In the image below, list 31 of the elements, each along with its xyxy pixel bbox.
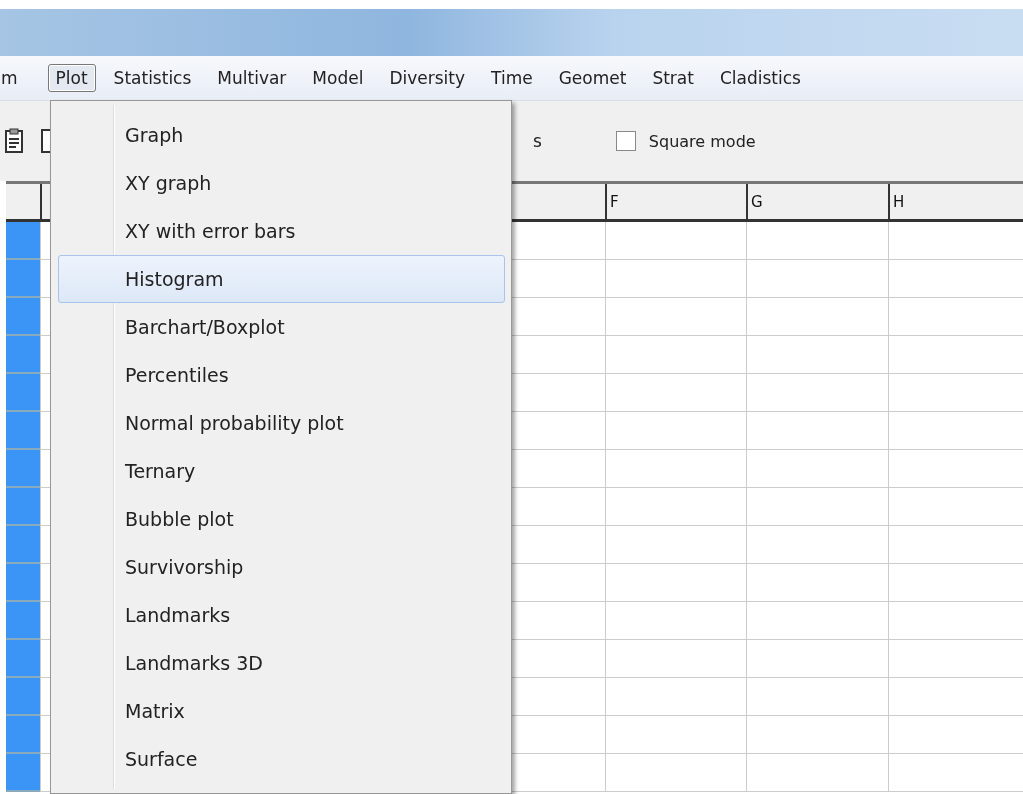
menu-item[interactable]: Geomet bbox=[550, 64, 635, 92]
menu-item[interactable]: Statistics bbox=[105, 64, 200, 92]
menu-item[interactable]: Landmarks 3D bbox=[58, 639, 505, 687]
menu-item[interactable]: XY graph bbox=[58, 159, 505, 207]
menu-item[interactable]: Diversity bbox=[381, 64, 474, 92]
menu-item[interactable]: Survivorship bbox=[58, 543, 505, 591]
menu-item[interactable]: Barchart/Boxplot bbox=[58, 303, 505, 351]
menu-item[interactable]: Surface bbox=[58, 735, 505, 783]
column-header: G bbox=[746, 184, 888, 222]
menu-item[interactable]: Landmarks bbox=[58, 591, 505, 639]
menu-item[interactable]: Histogram bbox=[58, 255, 505, 303]
label-text: s bbox=[533, 131, 542, 151]
menu-item[interactable]: Multivar bbox=[209, 64, 295, 92]
menu-item[interactable]: Bubble plot bbox=[58, 495, 505, 543]
menu-item[interactable]: Percentiles bbox=[58, 351, 505, 399]
menu-item[interactable]: m bbox=[0, 64, 26, 92]
clipboard-icon[interactable] bbox=[4, 128, 24, 154]
menu-item[interactable]: Ternary bbox=[58, 447, 505, 495]
column-header: F bbox=[605, 184, 746, 222]
menu-item[interactable]: Model bbox=[304, 64, 372, 92]
menu-item[interactable]: Cladistics bbox=[711, 64, 809, 92]
menu-item[interactable]: Strat bbox=[644, 64, 702, 92]
menu-item[interactable]: Graph bbox=[58, 111, 505, 159]
column-header: H bbox=[888, 184, 1023, 222]
menu-item[interactable]: XY with error bars bbox=[58, 207, 505, 255]
checkbox[interactable] bbox=[615, 131, 636, 151]
checkbox-label[interactable]: Square mode bbox=[648, 131, 756, 151]
menu-item[interactable]: Plot bbox=[47, 64, 96, 92]
menu-item[interactable]: Time bbox=[483, 64, 541, 92]
menu-item[interactable]: Matrix bbox=[58, 687, 505, 735]
menu-item[interactable]: Normal probability plot bbox=[58, 399, 505, 447]
